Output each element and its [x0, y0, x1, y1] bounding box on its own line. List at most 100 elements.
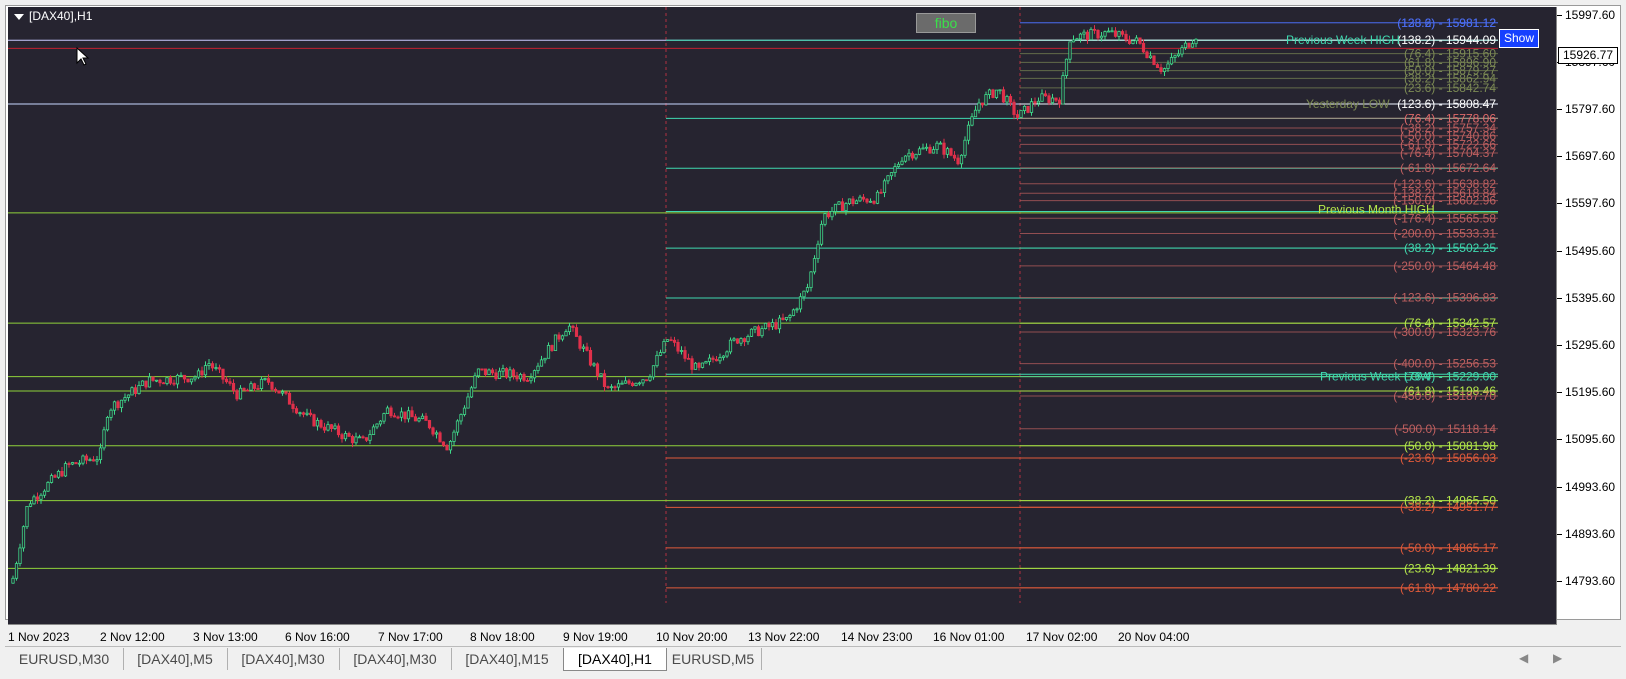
candle-body [434, 432, 439, 435]
candle-body [977, 102, 981, 111]
fibo-level-label: (-23.6) - 15056.03 [1400, 451, 1496, 465]
candle-body [1068, 41, 1072, 60]
candle-body [851, 198, 855, 205]
tab-scroll-right-icon[interactable]: ▶ [1553, 651, 1562, 665]
candle-body [301, 412, 306, 415]
candle-body [1155, 64, 1160, 69]
candle-body [168, 377, 173, 384]
candle-body [697, 362, 701, 368]
fibo-level-label: (-200.0) - 15533.31 [1393, 226, 1496, 240]
mouse-cursor-icon [76, 47, 90, 66]
chart-title[interactable]: [DAX40],H1 [14, 9, 92, 23]
fibo-level-label: (-123.6) - 15396.83 [1393, 291, 1496, 305]
candle-body [1176, 53, 1181, 57]
candle-body [203, 365, 208, 376]
fibo-level-label: (-400.0) - 15256.53 [1393, 357, 1496, 371]
candle-body [777, 317, 782, 330]
tab-eurusd-m5[interactable]: EURUSD,M5 [665, 648, 762, 670]
dropdown-triangle-icon[interactable] [14, 13, 24, 20]
candle-body [287, 392, 292, 405]
candle-body [1113, 30, 1118, 37]
candle-body [1043, 93, 1048, 97]
candle-body [357, 436, 362, 439]
candle-body [721, 355, 726, 358]
candle-body [714, 359, 719, 362]
price-tick [1557, 298, 1562, 300]
fibo-level-label: (-450.0) - 15187.70 [1393, 389, 1496, 403]
candle-body [767, 323, 771, 328]
candle-body [175, 374, 180, 385]
candle-body [508, 369, 512, 378]
candle-body [760, 328, 764, 337]
candle-body [494, 372, 498, 380]
candle-body [763, 323, 768, 329]
price-tick [1557, 487, 1562, 489]
candle-body [532, 370, 537, 379]
candle-body [116, 401, 120, 409]
tab-eurusd-m30[interactable]: EURUSD,M30 [5, 648, 124, 670]
candle-body [959, 154, 964, 165]
candle-body [1019, 110, 1023, 118]
candle-body [553, 334, 558, 351]
candle-body [893, 166, 897, 173]
candle-body [644, 379, 649, 382]
candle-body [368, 434, 372, 441]
price-scale[interactable]: 15997.6015897.6015797.6015697.6015597.60… [1557, 7, 1620, 625]
candle-body [490, 369, 495, 374]
tab--dax40-m15[interactable]: [DAX40],M15 [451, 648, 564, 670]
candle-body [249, 383, 253, 391]
chart-plot-area[interactable]: (138.2) - 15981.12 (123.6) - 15981.12 (138… [8, 7, 1557, 625]
candle-body [581, 346, 586, 349]
candle-body [452, 431, 456, 442]
candle-body [1054, 97, 1058, 101]
candle-body [1152, 55, 1156, 65]
candle-body [14, 563, 19, 579]
candle-body [144, 380, 148, 388]
candle-body [186, 378, 190, 383]
show-button[interactable]: Show [1499, 29, 1539, 48]
price-tick [1557, 392, 1562, 394]
time-label: 7 Nov 17:00 [378, 630, 443, 644]
candle-body [158, 379, 162, 384]
candle-body [221, 368, 225, 380]
candle-body [207, 363, 211, 366]
candle-body [952, 154, 957, 159]
candle-body [571, 325, 575, 328]
candle-body [1124, 33, 1128, 41]
candle-body [928, 146, 932, 154]
candle-body [735, 338, 740, 344]
candle-body [798, 296, 803, 310]
candle-body [788, 315, 792, 318]
chart-window[interactable]: (138.2) - 15981.12 (123.6) - 15981.12 (138… [5, 5, 1621, 644]
tab-scroll-left-icon[interactable]: ◀ [1519, 651, 1528, 665]
candle-body [900, 160, 904, 165]
candle-body [1008, 96, 1013, 103]
candle-body [319, 420, 323, 428]
candle-body [147, 376, 152, 388]
tab--dax40-m30[interactable]: [DAX40],M30 [227, 648, 340, 670]
tab--dax40-m5[interactable]: [DAX40],M5 [123, 648, 228, 670]
fibo-level-label: (-38.2) - 14951.77 [1400, 500, 1496, 514]
candle-body [1180, 47, 1184, 55]
candle-body [1148, 55, 1153, 59]
candle-body [1075, 38, 1079, 41]
chart-canvas[interactable]: (138.2) - 15981.12(123.6) - 15981.12(138… [8, 7, 1557, 625]
candle-body [1131, 40, 1135, 44]
candle-body [809, 271, 813, 288]
candle-body [1187, 42, 1191, 48]
candle-body [973, 109, 978, 118]
candle-body [382, 413, 386, 422]
tab--dax40-h1[interactable]: [DAX40],H1 [563, 648, 667, 671]
tab--dax40-m30[interactable]: [DAX40],M30 [339, 648, 452, 670]
candle-body [389, 407, 393, 417]
candle-body [396, 416, 400, 419]
fibo-button[interactable]: fibo [916, 13, 976, 33]
candle-body [819, 223, 824, 245]
candle-body [322, 426, 327, 431]
candle-body [1001, 89, 1006, 103]
candle-body [529, 377, 533, 382]
candle-body [179, 374, 183, 377]
candle-body [648, 376, 652, 381]
price-tick [1557, 581, 1562, 583]
candle-body [1022, 105, 1027, 112]
